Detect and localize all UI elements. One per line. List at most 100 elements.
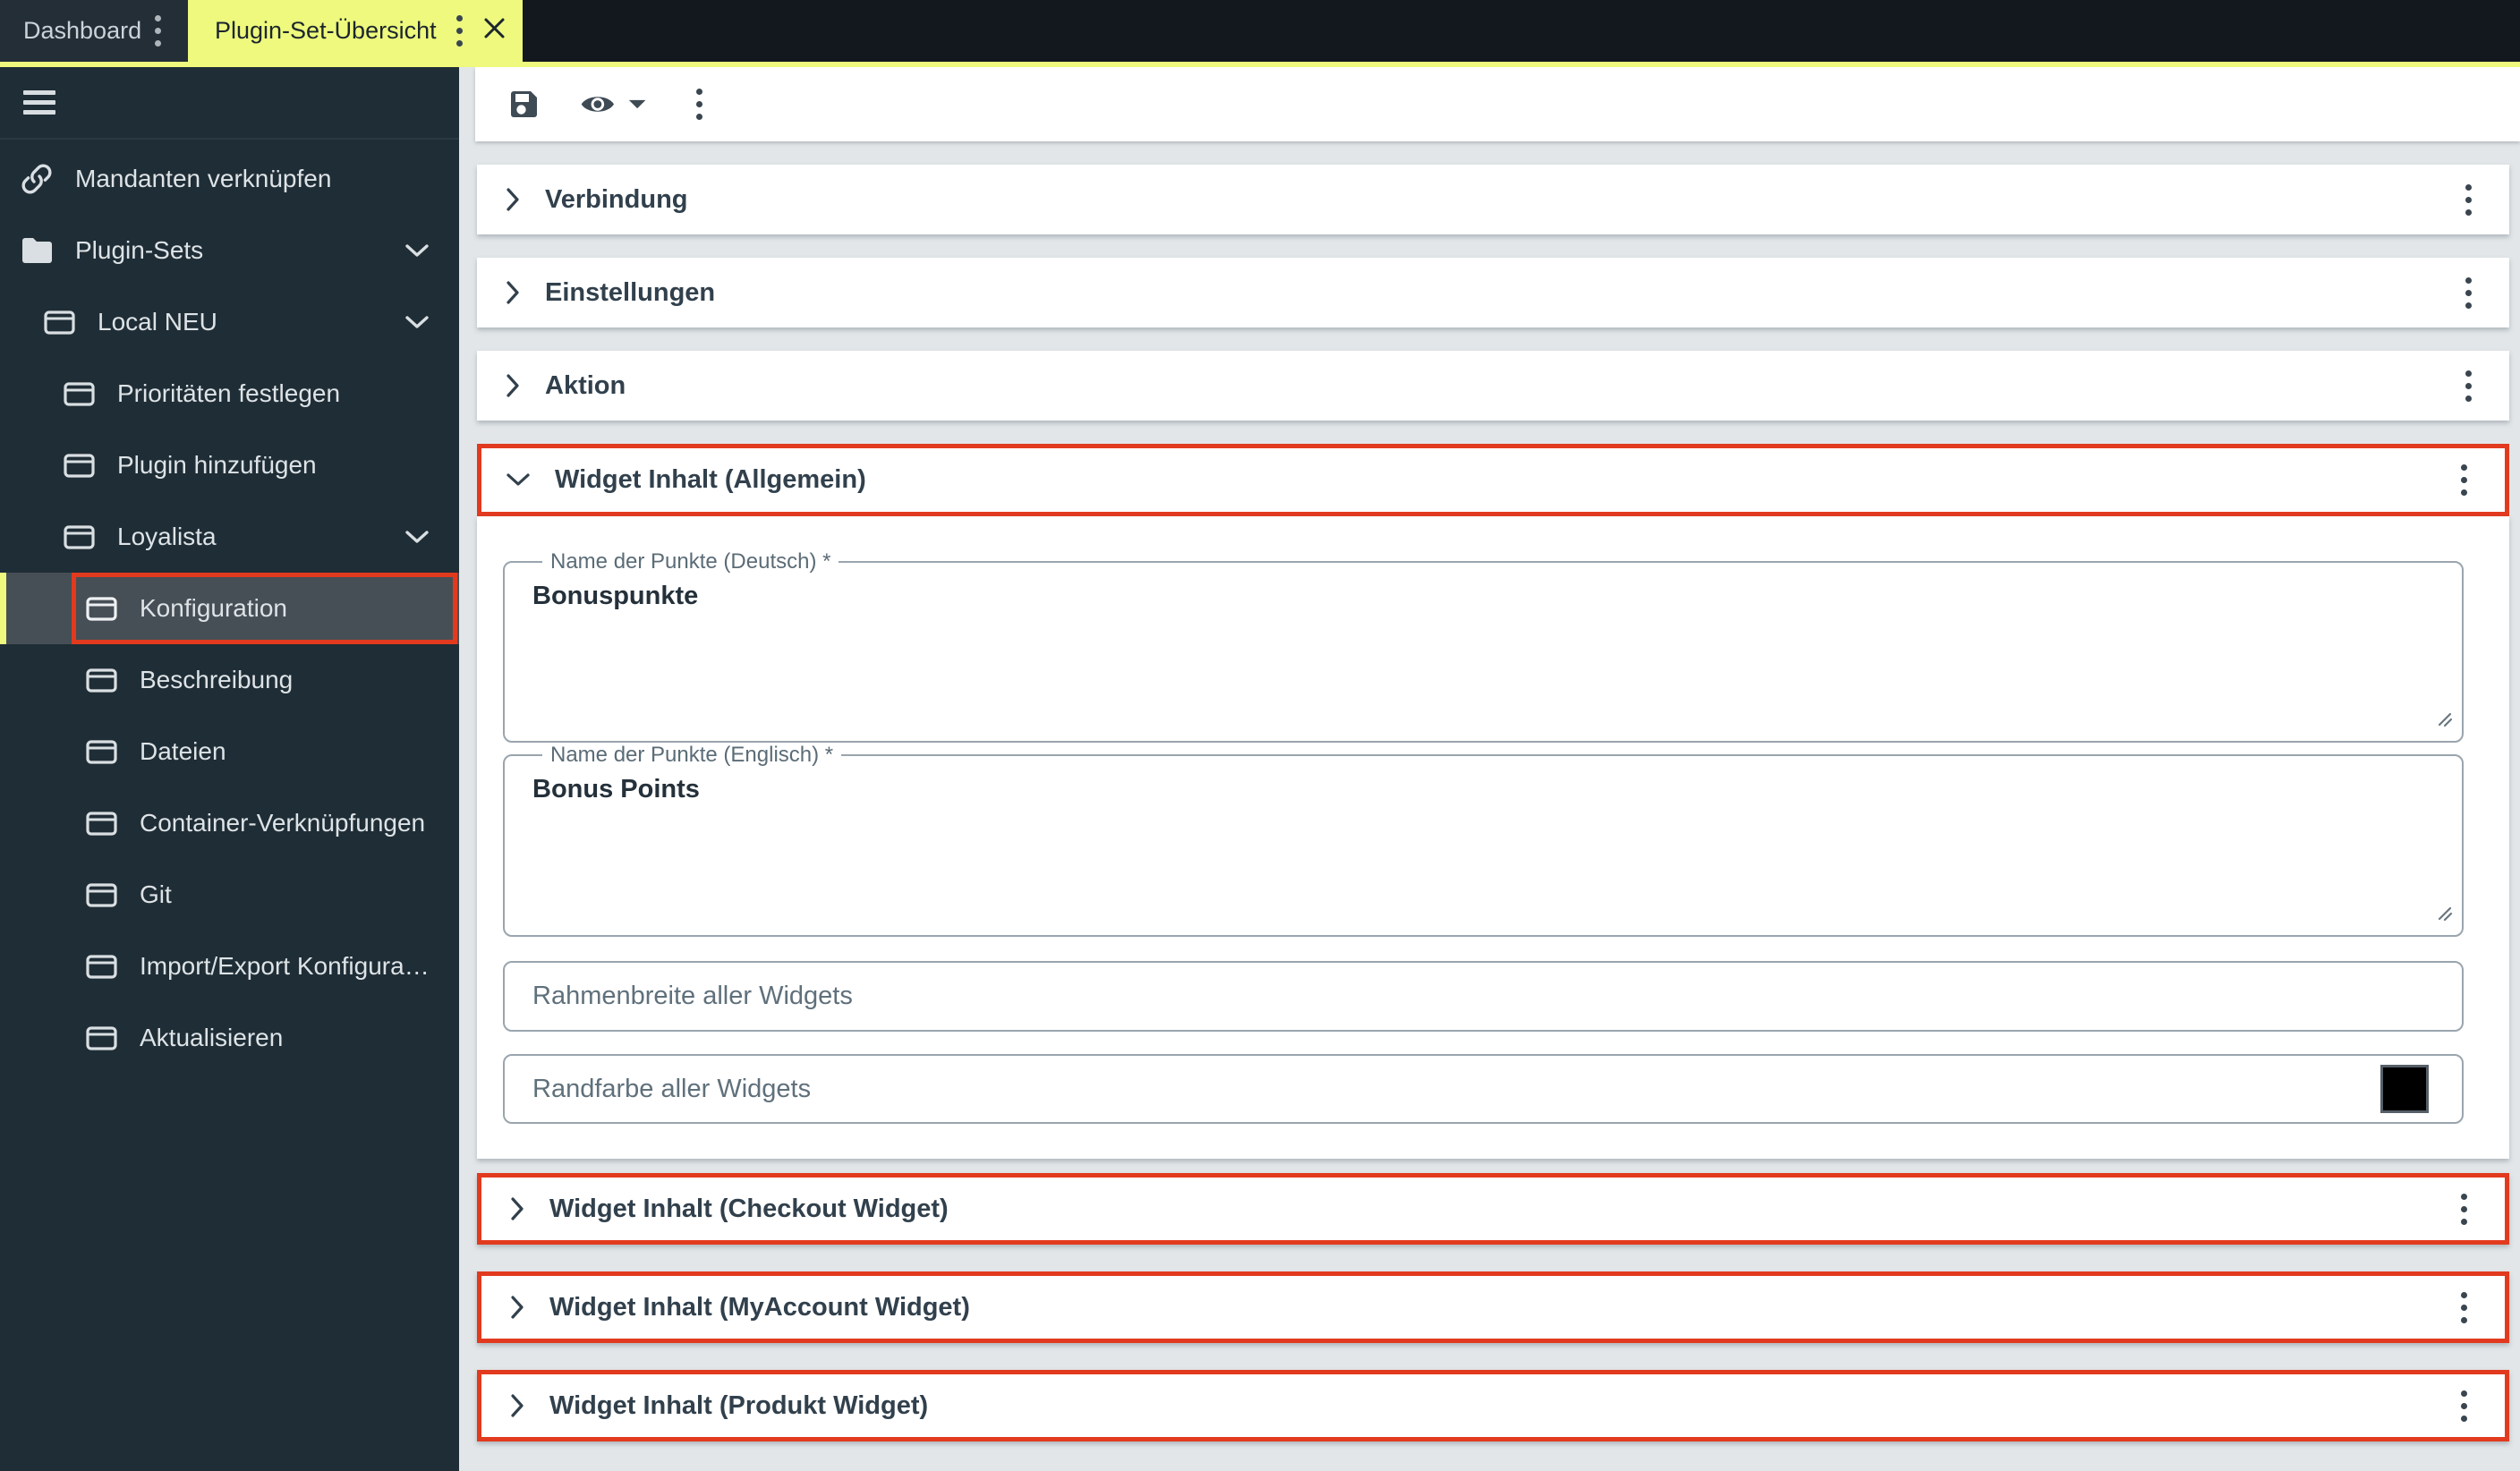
accordion-kebab-menu-icon[interactable] [2454,1190,2474,1229]
accordion-kebab-menu-icon[interactable] [2458,181,2479,219]
toolbar-kebab-menu-icon[interactable] [689,85,710,123]
sidebar-item-dateien[interactable]: Dateien [0,716,459,787]
accordion-einstellungen[interactable]: Einstellungen [477,258,2509,327]
accordion-title: Verbindung [545,184,688,214]
accordion-title: Widget Inhalt (Checkout Widget) [549,1194,949,1223]
window-icon [84,667,118,693]
window-icon [84,1025,118,1050]
resize-grip-icon[interactable] [2436,710,2454,733]
chevron-down-icon[interactable] [405,243,429,258]
window-icon [84,811,118,836]
sidebar-item-konfiguration[interactable]: Konfiguration [0,573,459,644]
accordion-kebab-menu-icon[interactable] [2454,461,2474,499]
sidebar-item-local-neu[interactable]: Local NEU [0,286,459,358]
window-icon [62,524,96,549]
accordion-widget-inhalt-myaccount[interactable]: Widget Inhalt (MyAccount Widget) [477,1271,2509,1343]
input-rahmenbreite-aller-widgets[interactable]: Rahmenbreite aller Widgets [503,961,2464,1032]
sidebar-item-beschreibung[interactable]: Beschreibung [0,644,459,716]
field-label: Name der Punkte (Englisch) * [550,743,834,767]
window-icon [42,310,76,335]
chevron-down-icon[interactable] [405,530,429,544]
chevron-down-icon [628,99,646,109]
sidebar-item-label: Beschreibung [140,666,294,693]
main-content-area: Verbindung Einstellungen Aktion Widget I… [459,67,2520,1471]
resize-grip-icon[interactable] [2436,905,2454,927]
window-icon [84,739,118,764]
input-placeholder: Rahmenbreite aller Widgets [532,982,853,1010]
folder-icon [20,237,54,264]
sidebar-item-label: Local NEU [98,308,217,336]
chevron-right-icon [511,1296,524,1319]
sidebar-navigation: Mandanten verknüpfen Plugin-Sets Local N… [0,67,459,1471]
chevron-right-icon [507,281,520,304]
sidebar-item-import-export-konfiguration[interactable]: Import/Export Konfiguration… [0,931,459,1002]
accordion-widget-inhalt-checkout[interactable]: Widget Inhalt (Checkout Widget) [477,1173,2509,1245]
sidebar-item-label: Dateien [140,737,226,765]
input-randfarbe-aller-widgets[interactable]: Randfarbe aller Widgets [503,1054,2464,1124]
accordion-aktion[interactable]: Aktion [477,351,2509,421]
sidebar-item-container-verknuepfungen[interactable]: Container-Verknüpfungen [0,787,459,859]
tab-active-kebab-icon[interactable] [449,12,470,50]
sidebar-item-label: Konfiguration [140,594,288,622]
field-value: Bonuspunkte [532,582,699,610]
sidebar-item-label: Import/Export Konfiguration… [140,952,435,980]
window-icon [62,453,96,478]
sidebar-item-label: Aktualisieren [140,1024,284,1051]
textarea-name-der-punkte-deutsch[interactable]: Name der Punkte (Deutsch) * Bonuspunkte [503,549,2464,743]
accordion-body: Name der Punkte (Deutsch) * Bonuspunkte … [477,516,2509,1159]
textarea-name-der-punkte-englisch[interactable]: Name der Punkte (Englisch) * Bonus Point… [503,743,2464,937]
accordion-widget-inhalt-produkt[interactable]: Widget Inhalt (Produkt Widget) [477,1370,2509,1441]
link-icon [20,163,54,195]
toolbar [475,67,2520,141]
chevron-right-icon [511,1197,524,1220]
accordion-title: Einstellungen [545,277,716,307]
sidebar-item-plugin-sets[interactable]: Plugin-Sets [0,215,459,286]
field-label: Name der Punkte (Deutsch) * [550,549,831,574]
sidebar-item-label: Plugin-Sets [75,236,204,264]
accordion-header[interactable]: Widget Inhalt (Allgemein) [477,444,2509,516]
eye-preview-icon[interactable] [580,90,646,118]
tab-dashboard-kebab-icon[interactable] [148,12,168,50]
color-swatch[interactable] [2380,1065,2429,1113]
tab-active-label: Plugin-Set-Übersicht [215,17,437,44]
active-tab-underline [0,62,2520,67]
accordion-kebab-menu-icon[interactable] [2458,274,2479,312]
sidebar-item-label: Plugin hinzufügen [117,451,317,479]
tab-close-icon[interactable] [482,16,507,47]
sidebar-item-loyalista[interactable]: Loyalista [0,501,459,573]
accordion-title: Widget Inhalt (MyAccount Widget) [549,1292,970,1322]
tab-bar: Dashboard Plugin-Set-Übersicht [0,0,2520,67]
sidebar-item-label: Mandanten verknüpfen [75,165,332,192]
chevron-right-icon [507,188,520,211]
sidebar-item-label: Prioritäten festlegen [117,379,341,407]
accordion-kebab-menu-icon[interactable] [2454,1387,2474,1425]
window-icon [84,882,118,907]
accordion-verbindung[interactable]: Verbindung [477,165,2509,234]
tab-plugin-set-uebersicht[interactable]: Plugin-Set-Übersicht [188,0,523,62]
accordion-kebab-menu-icon[interactable] [2454,1288,2474,1327]
tab-dashboard[interactable]: Dashboard [0,0,188,62]
sidebar-item-label: Container-Verknüpfungen [140,809,426,837]
sidebar-header [0,67,459,140]
save-icon[interactable] [503,89,544,120]
sidebar-item-label: Loyalista [117,523,217,550]
sidebar-item-plugin-hinzufuegen[interactable]: Plugin hinzufügen [0,429,459,501]
sidebar-item-aktualisieren[interactable]: Aktualisieren [0,1002,459,1074]
chevron-down-icon [507,473,530,487]
chevron-down-icon[interactable] [405,315,429,329]
accordion-widget-inhalt-allgemein: Widget Inhalt (Allgemein) Name der Punkt… [477,444,2509,1159]
accordion-kebab-menu-icon[interactable] [2458,367,2479,405]
accordion-title: Aktion [545,370,626,400]
input-label: Randfarbe aller Widgets [532,1074,812,1103]
window-icon [84,596,118,621]
sidebar-item-prioritaeten-festlegen[interactable]: Prioritäten festlegen [0,358,459,429]
sidebar-item-label: Git [140,880,172,908]
sidebar-item-git[interactable]: Git [0,859,459,931]
chevron-right-icon [511,1394,524,1417]
window-icon [84,954,118,979]
sidebar-item-mandanten-verknuepfen[interactable]: Mandanten verknüpfen [0,143,459,215]
field-value: Bonus Points [532,775,700,804]
chevron-right-icon [507,374,520,397]
accordion-title: Widget Inhalt (Produkt Widget) [549,1390,929,1420]
hamburger-menu-icon[interactable] [20,85,59,120]
